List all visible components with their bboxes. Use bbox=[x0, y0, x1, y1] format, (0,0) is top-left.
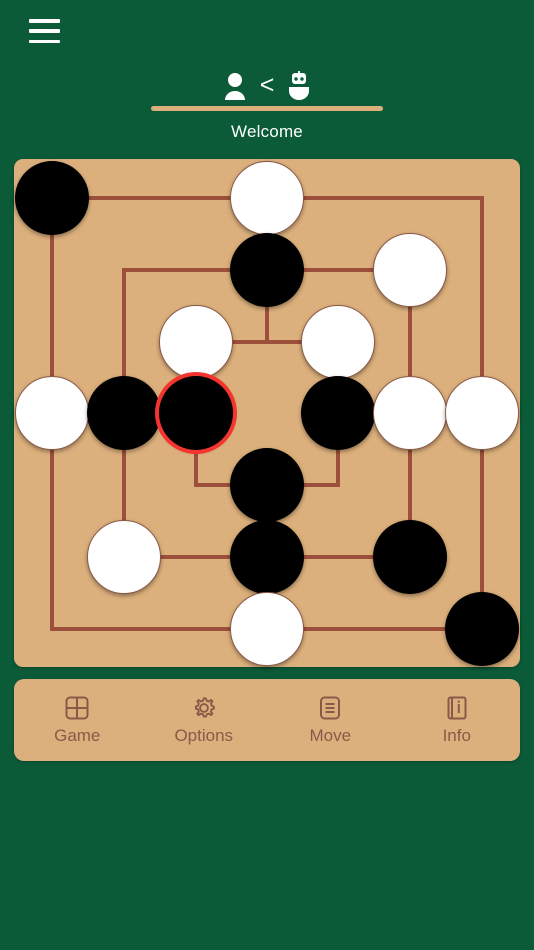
board-piece-d7[interactable] bbox=[230, 161, 304, 235]
board-piece-d2[interactable] bbox=[230, 520, 304, 594]
gear-icon bbox=[191, 695, 217, 721]
board-piece-f4[interactable] bbox=[373, 376, 447, 450]
board-piece-d6[interactable] bbox=[230, 233, 304, 307]
board-piece-f6[interactable] bbox=[373, 233, 447, 307]
robot-icon bbox=[285, 71, 313, 101]
tab-options[interactable]: Options bbox=[149, 695, 259, 746]
hamburger-bar-1 bbox=[29, 19, 60, 23]
game-board[interactable] bbox=[14, 159, 520, 667]
tab-info-label: Info bbox=[442, 725, 471, 745]
board-piece-a7[interactable] bbox=[15, 161, 89, 235]
tab-options-label: Options bbox=[174, 725, 234, 745]
grid-icon bbox=[64, 695, 90, 721]
match-header: < Welcome bbox=[0, 68, 534, 142]
versus-row: < bbox=[221, 68, 314, 104]
top-bar bbox=[0, 0, 534, 64]
board-piece-e4[interactable] bbox=[301, 376, 375, 450]
bottom-navigation[interactable]: Game Options Move Info bbox=[14, 679, 520, 761]
board-piece-a4[interactable] bbox=[15, 376, 89, 450]
board-piece-b2[interactable] bbox=[87, 520, 161, 594]
tab-move[interactable]: Move bbox=[275, 695, 385, 746]
board-piece-b4[interactable] bbox=[87, 376, 161, 450]
board-piece-e5[interactable] bbox=[301, 305, 375, 379]
board-piece-d3[interactable] bbox=[230, 448, 304, 522]
versus-symbol: < bbox=[259, 70, 275, 99]
turn-indicator-bar bbox=[151, 106, 383, 111]
board-piece-g4[interactable] bbox=[445, 376, 519, 450]
tab-game-label: Game bbox=[54, 725, 101, 745]
board-piece-c5[interactable] bbox=[159, 305, 233, 379]
status-text: Welcome bbox=[231, 122, 303, 141]
board-piece-g1[interactable] bbox=[445, 592, 519, 666]
list-icon bbox=[317, 695, 343, 721]
info-book-icon bbox=[444, 695, 470, 721]
tab-game[interactable]: Game bbox=[22, 695, 132, 746]
person-icon bbox=[221, 71, 249, 101]
tab-move-label: Move bbox=[309, 725, 352, 745]
board-piece-c4[interactable] bbox=[159, 376, 233, 450]
hamburger-bar-2 bbox=[29, 29, 60, 33]
board-piece-f2[interactable] bbox=[373, 520, 447, 594]
tab-info[interactable]: Info bbox=[402, 695, 512, 746]
hamburger-menu-icon[interactable] bbox=[29, 19, 60, 43]
hamburger-bar-3 bbox=[29, 39, 60, 43]
board-piece-d1[interactable] bbox=[230, 592, 304, 666]
